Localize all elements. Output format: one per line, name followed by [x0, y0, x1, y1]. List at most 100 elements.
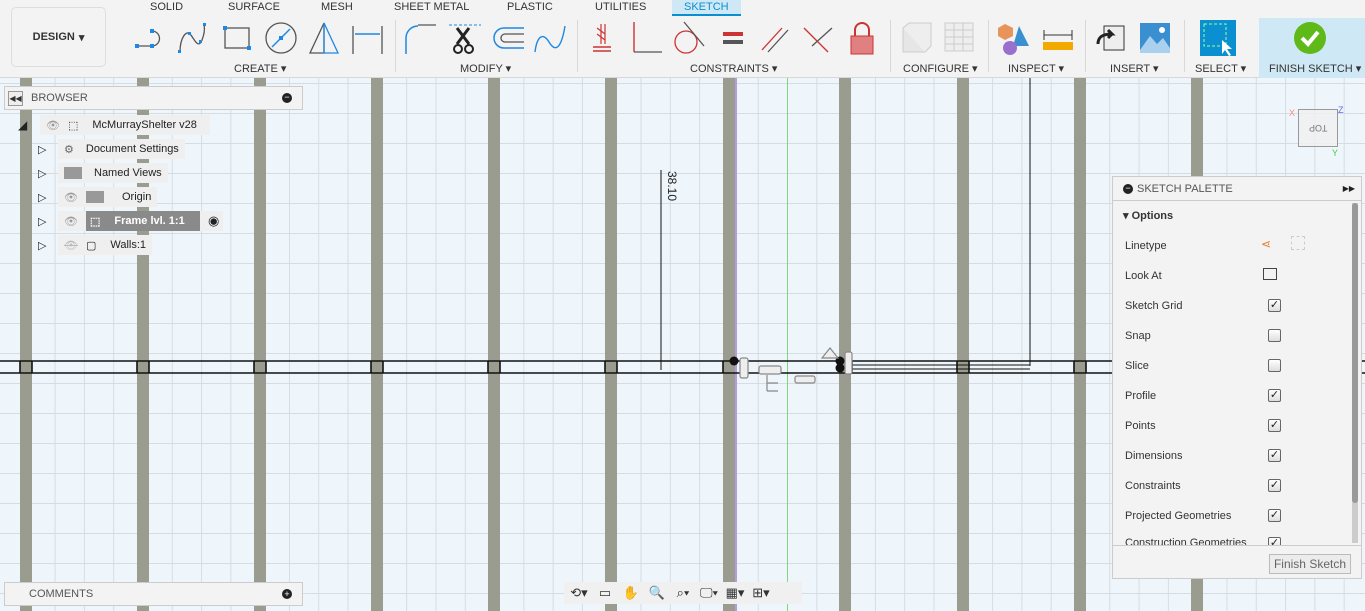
configure-menu[interactable]: CONFIGURE ▾	[903, 62, 978, 75]
browser-item-root[interactable]: ◢ 👁 ⬚ McMurrayShelter v28	[18, 115, 210, 135]
expand-triangle-icon[interactable]: ◢	[18, 118, 40, 132]
polygon-icon[interactable]	[306, 20, 342, 56]
options-section[interactable]: ▾ Options	[1123, 209, 1173, 222]
tab-sheet-metal[interactable]: SHEET METAL	[394, 0, 469, 16]
display-settings-icon[interactable]: 🖵▾	[698, 584, 720, 602]
divider	[1113, 545, 1361, 546]
browser-item-frame[interactable]: ▷ 👁 ⬚ Frame lvl. 1:1 ◉	[38, 211, 224, 231]
tab-surface[interactable]: SURFACE	[228, 0, 280, 16]
body-icon: ▢	[85, 239, 97, 252]
look-at-icon[interactable]: ▭	[594, 584, 616, 602]
expand-arrow-icon[interactable]: ▷	[38, 239, 58, 252]
grid-settings-icon[interactable]: ▦▾	[724, 584, 746, 602]
sketch-grid-checkbox[interactable]: ✓	[1268, 299, 1281, 312]
expand-arrow-icon[interactable]: ▷	[38, 143, 58, 156]
constraints-menu[interactable]: CONSTRAINTS ▾	[690, 62, 777, 75]
minimize-icon[interactable]: −	[1123, 183, 1133, 194]
insert-image-icon[interactable]	[1137, 20, 1173, 56]
eye-icon[interactable]: 👁	[64, 215, 78, 228]
tab-solid[interactable]: SOLID	[150, 0, 183, 16]
insert-menu[interactable]: INSERT ▾	[1110, 62, 1159, 75]
line-icon[interactable]	[134, 20, 170, 56]
expand-arrow-icon[interactable]: ▷	[38, 191, 58, 204]
finish-sketch-button[interactable]: FINISH SKETCH ▾	[1259, 18, 1365, 78]
fit-icon[interactable]: ⌕▾	[672, 584, 694, 602]
expand-arrow-icon[interactable]: ▷	[38, 167, 58, 180]
tab-utilities[interactable]: UTILITIES	[595, 0, 646, 16]
option-label: Constraints	[1125, 480, 1181, 492]
look-at-icon[interactable]	[1263, 268, 1277, 280]
palette-scrollbar[interactable]	[1352, 203, 1358, 543]
minimize-icon[interactable]: −	[282, 93, 292, 103]
browser-item-origin[interactable]: ▷ 👁 Origin	[38, 187, 158, 207]
lock-icon[interactable]	[844, 20, 880, 56]
activate-radio-icon[interactable]: ◉	[208, 213, 223, 229]
eye-hidden-icon[interactable]: 👁	[64, 239, 78, 252]
tab-mesh[interactable]: MESH	[321, 0, 353, 16]
dimension-icon[interactable]	[349, 20, 385, 56]
option-label: Profile	[1125, 390, 1157, 402]
inspect-shapes-icon[interactable]	[997, 20, 1033, 56]
projected-geometries-checkbox[interactable]: ✓	[1268, 509, 1281, 522]
spline-icon[interactable]	[174, 20, 210, 56]
inspect-menu[interactable]: INSPECT ▾	[1008, 62, 1064, 75]
dimensions-checkbox[interactable]: ✓	[1268, 449, 1281, 462]
select-icon[interactable]	[1200, 20, 1236, 56]
collapse-browser-icon[interactable]: ◀◀	[8, 90, 23, 106]
curve-icon[interactable]	[533, 20, 569, 56]
fix-constraint-icon[interactable]	[587, 20, 623, 56]
trim-icon[interactable]	[447, 20, 483, 56]
table-icon[interactable]	[942, 20, 978, 56]
parallel-icon[interactable]	[756, 20, 792, 56]
eye-icon[interactable]: 👁	[64, 191, 78, 204]
comments-panel[interactable]: COMMENTS +	[4, 582, 303, 606]
caret-down-icon: ▾	[78, 31, 85, 44]
select-menu[interactable]: SELECT ▾	[1195, 62, 1246, 75]
zoom-icon[interactable]: 🔍	[646, 584, 668, 602]
orbit-icon[interactable]: ⟲▾	[568, 584, 590, 602]
insert-derive-icon[interactable]	[1094, 20, 1130, 56]
option-label: Construction Geometries	[1125, 537, 1247, 545]
gear-icon: ⚙	[64, 143, 74, 156]
fillet-icon[interactable]	[403, 20, 439, 56]
sketch-point	[835, 363, 845, 373]
centerline-linetype-icon[interactable]	[1291, 236, 1305, 250]
construction-geometries-checkbox[interactable]: ✓	[1268, 537, 1281, 545]
add-comment-icon[interactable]: +	[282, 589, 292, 599]
expand-palette-icon[interactable]: ▶▶	[1343, 184, 1355, 193]
check-icon	[1294, 22, 1326, 54]
measure-icon[interactable]	[1040, 20, 1076, 56]
component-icon: ⬚	[67, 119, 79, 132]
browser-item-document-settings[interactable]: ▷ ⚙ Document Settings	[38, 139, 185, 159]
browser-item-named-views[interactable]: ▷ Named Views	[38, 163, 168, 183]
rectangle-icon[interactable]	[220, 20, 256, 56]
constraints-checkbox[interactable]: ✓	[1268, 479, 1281, 492]
workspace-dropdown[interactable]: DESIGN ▾	[11, 7, 106, 67]
expand-arrow-icon[interactable]: ▷	[38, 215, 58, 228]
viewports-icon[interactable]: ⊞▾	[750, 584, 772, 602]
construction-linetype-icon[interactable]: ⋖	[1261, 237, 1271, 251]
eye-icon[interactable]: 👁	[46, 119, 60, 132]
circle-icon[interactable]	[263, 20, 299, 56]
configure-icon[interactable]	[899, 20, 935, 56]
modify-menu[interactable]: MODIFY ▾	[460, 62, 511, 75]
finish-sketch-palette-button[interactable]: Finish Sketch	[1268, 554, 1351, 574]
coincident-icon[interactable]	[628, 20, 664, 56]
create-menu[interactable]: CREATE ▾	[234, 62, 286, 75]
snap-checkbox[interactable]	[1268, 329, 1281, 342]
equal-icon[interactable]	[715, 20, 751, 56]
slice-checkbox[interactable]	[1268, 359, 1281, 372]
pan-hand-icon[interactable]: ✋	[620, 584, 642, 602]
tab-plastic[interactable]: PLASTIC	[507, 0, 553, 16]
viewcube[interactable]: TOP	[1298, 109, 1338, 147]
offset-icon[interactable]	[490, 20, 526, 56]
profile-checkbox[interactable]: ✓	[1268, 389, 1281, 402]
y-axis-label: Y	[1332, 148, 1339, 158]
perpendicular-icon[interactable]	[800, 20, 836, 56]
tab-sketch[interactable]: SKETCH	[672, 0, 741, 16]
browser-item-walls[interactable]: ▷ 👁 ▢ Walls:1	[38, 235, 153, 255]
dimension-label[interactable]: 38.10	[665, 171, 679, 201]
option-label: Dimensions	[1125, 450, 1183, 462]
points-checkbox[interactable]: ✓	[1268, 419, 1281, 432]
tangent-icon[interactable]	[670, 20, 706, 56]
